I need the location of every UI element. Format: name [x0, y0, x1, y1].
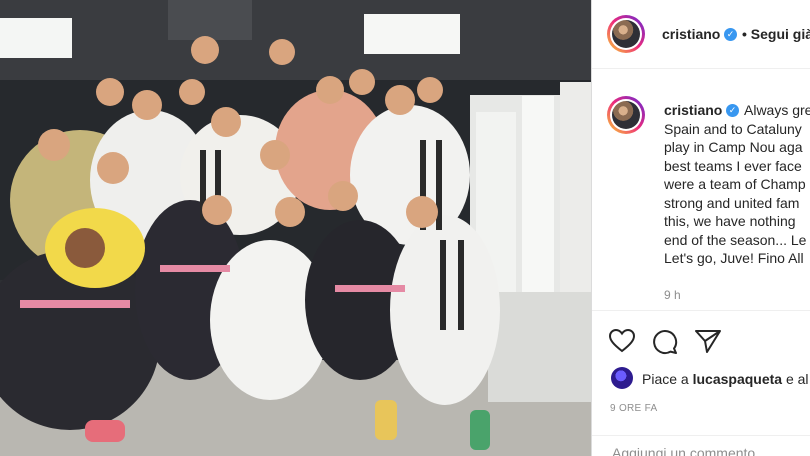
caption-line: Spain and to Cataluny	[664, 120, 802, 137]
caption-line: Let's go, Juve! Fino All	[664, 250, 804, 266]
post-header: cristiano ✓ • Segui già	[592, 0, 810, 69]
liker-username[interactable]: lucaspaqueta	[693, 371, 782, 387]
author-avatar[interactable]	[607, 15, 645, 53]
team-celebration-photo	[0, 0, 591, 456]
caption-line: strong and united fam	[664, 194, 800, 211]
liker-avatar[interactable]	[611, 367, 633, 389]
caption-line: were a team of Champ	[664, 176, 806, 192]
comment-icon[interactable]	[652, 329, 678, 360]
following-button[interactable]: • Segui già	[742, 26, 810, 42]
caption-line: play in Camp Nou aga	[664, 139, 803, 155]
heart-icon[interactable]	[608, 328, 636, 358]
post-photo[interactable]	[0, 0, 591, 456]
author-username[interactable]: cristiano	[662, 26, 720, 42]
caption-line: best teams I ever face	[664, 157, 802, 174]
paper-plane-icon[interactable]	[695, 329, 721, 358]
caption-line: this, we have nothing	[664, 213, 796, 229]
comment-area	[592, 435, 810, 456]
verified-badge-icon: ✓	[724, 28, 737, 41]
post-sidebar: cristiano ✓ • Segui già cristiano ✓ Alwa…	[591, 0, 810, 456]
caption-line: Always gre	[744, 102, 810, 118]
post-actions: Piace a lucaspaqueta e al 9 ORE FA	[592, 310, 810, 456]
likes-summary[interactable]: Piace a lucaspaqueta e al	[642, 371, 809, 387]
post-date[interactable]: 9 ORE FA	[610, 403, 657, 414]
likes-prefix: Piace a	[642, 371, 689, 387]
caption-timestamp: 9 h	[664, 288, 681, 302]
caption-line: end of the season... Le	[664, 231, 807, 248]
post-caption: Always gre Spain and to Cataluny play in…	[664, 101, 810, 268]
likes-suffix: e al	[785, 371, 809, 387]
comment-input[interactable]	[610, 444, 804, 456]
caption-author-avatar[interactable]	[607, 96, 645, 134]
